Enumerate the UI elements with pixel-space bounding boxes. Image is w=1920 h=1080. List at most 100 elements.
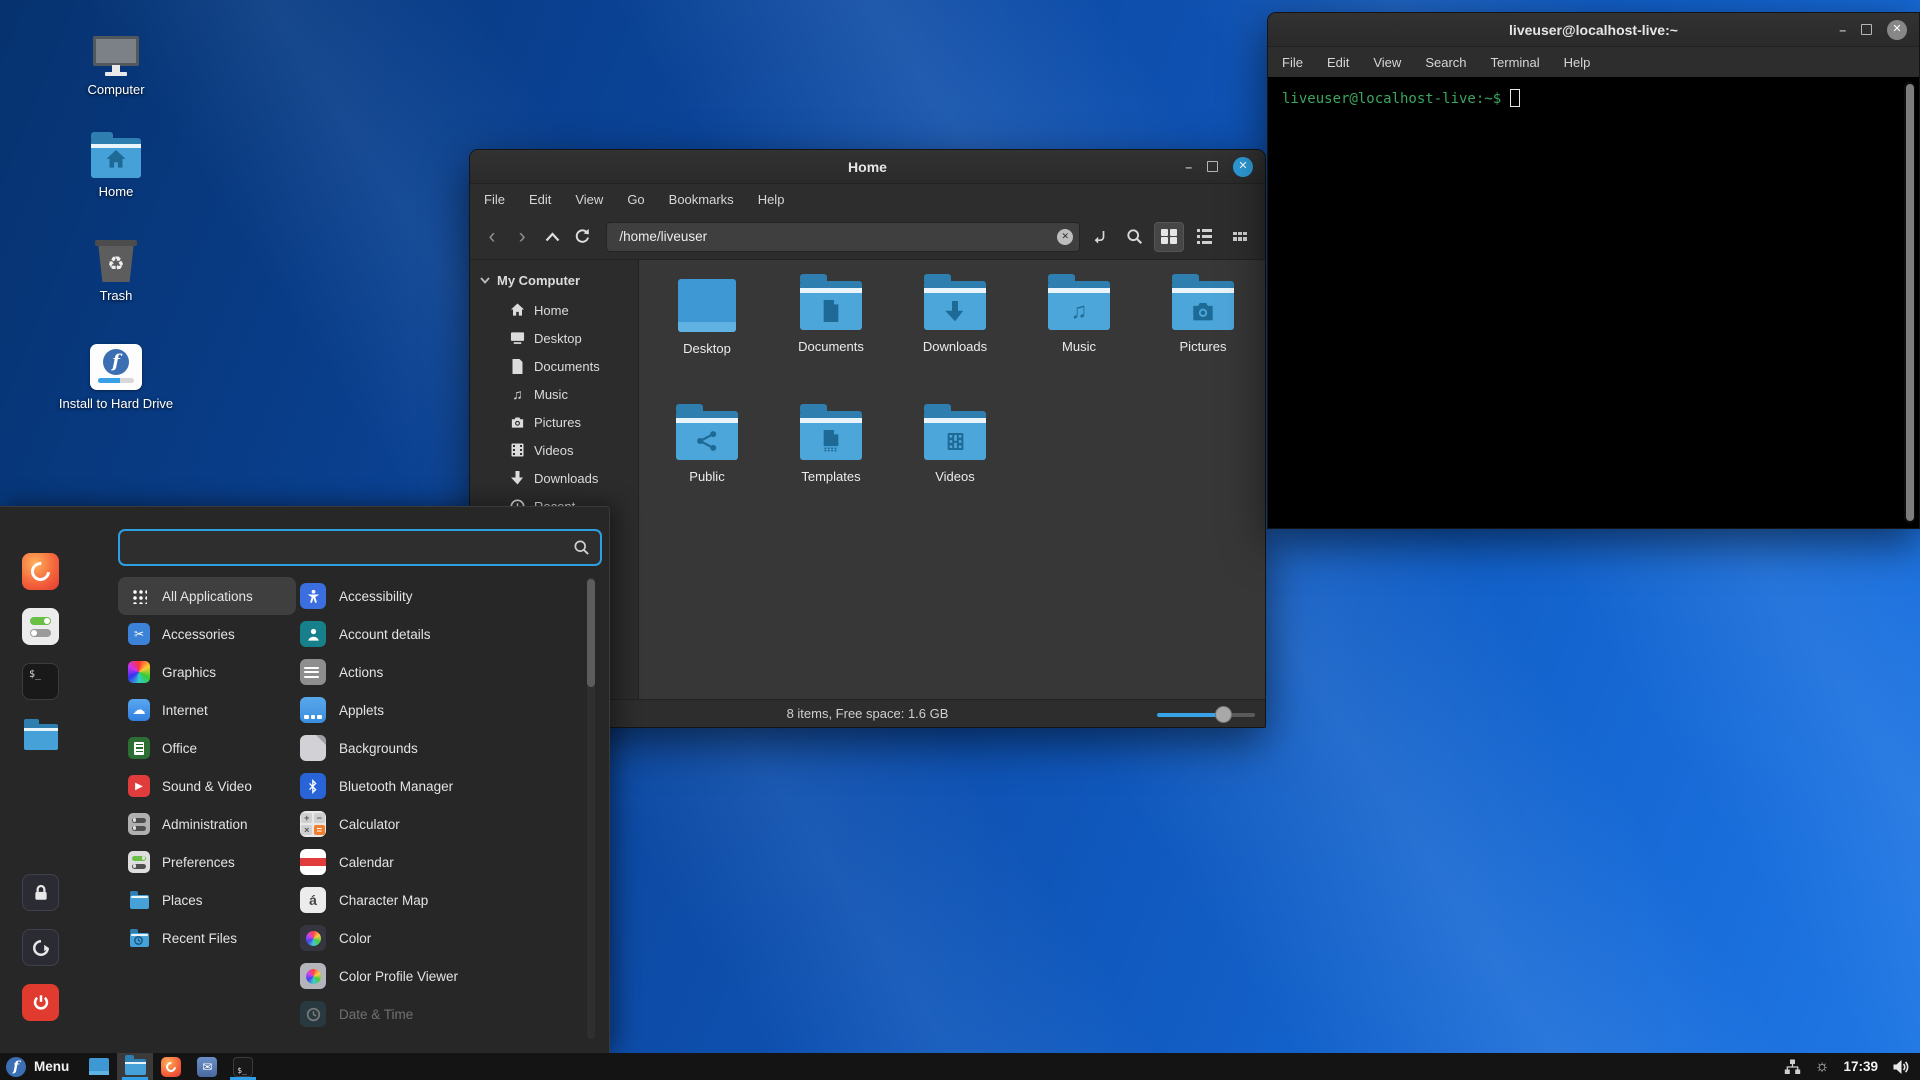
refresh-icon[interactable] <box>570 223 594 251</box>
app-bluetooth-manager[interactable]: Bluetooth Manager <box>294 767 584 805</box>
app-calculator[interactable]: +−×= Calculator <box>294 805 584 843</box>
taskbar-firefox[interactable] <box>153 1053 189 1080</box>
taskbar-menu-button[interactable]: f Menu <box>0 1053 81 1080</box>
folder-item-music[interactable]: ♫ Music <box>1017 272 1141 372</box>
category-administration[interactable]: Administration <box>118 805 296 843</box>
volume-icon[interactable] <box>1892 1059 1910 1075</box>
shutdown-button[interactable] <box>22 984 59 1021</box>
folder-item-downloads[interactable]: Downloads <box>893 272 1017 372</box>
network-icon[interactable] <box>1784 1059 1801 1075</box>
sidebar-item-desktop[interactable]: Desktop <box>470 324 638 352</box>
favorite-terminal-button[interactable]: $_ <box>22 663 59 700</box>
app-character-map[interactable]: á Character Map <box>294 881 584 919</box>
terminal-scrollbar[interactable] <box>1904 82 1915 523</box>
maximize-button[interactable] <box>1207 161 1218 172</box>
taskbar-show-desktop[interactable] <box>81 1053 117 1080</box>
close-button[interactable] <box>1233 157 1253 177</box>
desktop-icon-trash[interactable]: ♻ Trash <box>55 240 177 304</box>
category-sound-video[interactable]: ▶ Sound & Video <box>118 767 296 805</box>
file-manager-titlebar[interactable]: Home <box>470 150 1265 184</box>
app-color-profile-viewer[interactable]: Color Profile Viewer <box>294 957 584 995</box>
menu-go[interactable]: Go <box>627 192 644 207</box>
zoom-slider[interactable] <box>1157 705 1255 723</box>
app-date-time[interactable]: Date & Time <box>294 995 584 1033</box>
path-input[interactable] <box>617 228 1057 245</box>
forward-icon[interactable]: › <box>510 223 534 251</box>
desktop-icon-computer[interactable]: Computer <box>55 36 177 98</box>
maximize-button[interactable] <box>1861 24 1872 35</box>
category-places[interactable]: Places <box>118 881 296 919</box>
app-account-details[interactable]: Account details <box>294 615 584 653</box>
list-view-button[interactable] <box>1190 222 1220 252</box>
clock[interactable]: 17:39 <box>1843 1059 1878 1074</box>
terminal-titlebar[interactable]: liveuser@localhost-live:~ <box>1268 13 1919 47</box>
category-preferences[interactable]: Preferences <box>118 843 296 881</box>
logout-button[interactable] <box>22 929 59 966</box>
lock-screen-button[interactable] <box>22 874 59 911</box>
menu-edit[interactable]: Edit <box>529 192 551 207</box>
sidebar-item-pictures[interactable]: Pictures <box>470 408 638 436</box>
app-color[interactable]: Color <box>294 919 584 957</box>
home-icon <box>510 303 525 317</box>
minimize-button[interactable] <box>1185 161 1192 173</box>
sidebar-item-documents[interactable]: Documents <box>470 352 638 380</box>
desktop-icon-install[interactable]: f Install to Hard Drive <box>55 344 177 412</box>
folder-item-videos[interactable]: Videos <box>893 402 1017 502</box>
jump-to-icon[interactable] <box>1086 223 1114 251</box>
category-recent-files[interactable]: Recent Files <box>118 919 296 957</box>
menu-help[interactable]: Help <box>1564 55 1591 70</box>
minimize-button[interactable] <box>1839 24 1846 36</box>
sidebar-item-home[interactable]: Home <box>470 296 638 324</box>
menu-scrollbar[interactable] <box>587 577 595 1039</box>
clear-path-icon[interactable]: ✕ <box>1057 229 1073 245</box>
menu-search-input[interactable] <box>130 539 573 557</box>
favorite-settings-button[interactable] <box>22 608 59 645</box>
taskbar-file-manager[interactable] <box>117 1053 153 1080</box>
taskbar-mail[interactable]: ✉ <box>189 1053 225 1080</box>
fedora-logo-icon: f <box>103 349 129 375</box>
menu-search-box[interactable] <box>118 529 602 566</box>
menu-view[interactable]: View <box>575 192 603 207</box>
menu-bookmarks[interactable]: Bookmarks <box>669 192 734 207</box>
desktop-icon-home[interactable]: Home <box>55 138 177 200</box>
sidebar-item-videos[interactable]: Videos <box>470 436 638 464</box>
favorite-firefox-button[interactable] <box>22 553 59 590</box>
terminal-content[interactable]: liveuser@localhost-live:~$ <box>1268 77 1919 528</box>
sidebar-section-my-computer[interactable]: My Computer <box>470 270 638 296</box>
compact-view-button[interactable] <box>1225 222 1255 252</box>
category-internet[interactable]: ☁ Internet <box>118 691 296 729</box>
sidebar-item-downloads[interactable]: Downloads <box>470 464 638 492</box>
menu-edit[interactable]: Edit <box>1327 55 1349 70</box>
back-icon[interactable]: ‹ <box>480 223 504 251</box>
app-calendar[interactable]: Calendar <box>294 843 584 881</box>
app-applets[interactable]: Applets <box>294 691 584 729</box>
menu-help[interactable]: Help <box>758 192 785 207</box>
sidebar-item-music[interactable]: ♫ Music <box>470 380 638 408</box>
up-icon[interactable] <box>540 223 564 251</box>
folder-item-templates[interactable]: Templates <box>769 402 893 502</box>
taskbar-terminal[interactable]: $_ <box>225 1053 261 1080</box>
menu-search[interactable]: Search <box>1425 55 1466 70</box>
app-accessibility[interactable]: Accessibility <box>294 577 584 615</box>
category-graphics[interactable]: Graphics <box>118 653 296 691</box>
menu-terminal[interactable]: Terminal <box>1491 55 1540 70</box>
folder-item-documents[interactable]: Documents <box>769 272 893 372</box>
category-all-applications[interactable]: All Applications <box>118 577 296 615</box>
category-accessories[interactable]: ✂ Accessories <box>118 615 296 653</box>
folder-item-public[interactable]: Public <box>645 402 769 502</box>
search-icon[interactable] <box>1120 223 1148 251</box>
close-button[interactable] <box>1887 20 1907 40</box>
app-backgrounds[interactable]: Backgrounds <box>294 729 584 767</box>
category-office[interactable]: Office <box>118 729 296 767</box>
menu-file[interactable]: File <box>1282 55 1303 70</box>
app-actions[interactable]: Actions <box>294 653 584 691</box>
folder-item-desktop[interactable]: Desktop <box>645 272 769 372</box>
zoom-slider-knob[interactable] <box>1215 706 1232 723</box>
color-temperature-icon[interactable]: ☼ <box>1815 1059 1830 1075</box>
favorite-files-button[interactable] <box>22 718 59 755</box>
menu-file[interactable]: File <box>484 192 505 207</box>
folder-item-pictures[interactable]: Pictures <box>1141 272 1265 372</box>
icon-view-button[interactable] <box>1154 222 1184 252</box>
menu-view[interactable]: View <box>1373 55 1401 70</box>
path-bar[interactable]: ✕ <box>606 222 1080 252</box>
